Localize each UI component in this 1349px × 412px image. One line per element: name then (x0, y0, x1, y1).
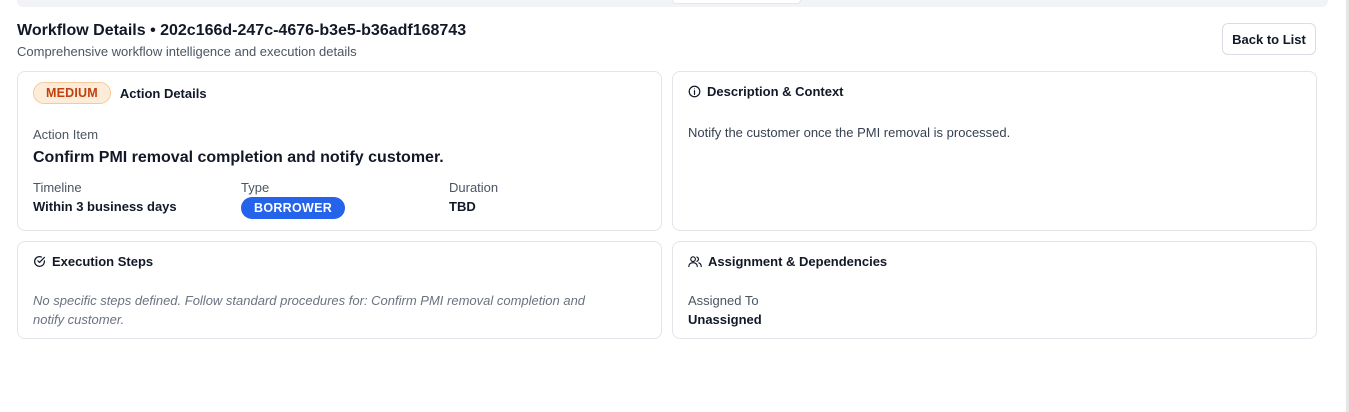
type-badge: BORROWER (241, 197, 346, 219)
assignment-header: Assignment & Dependencies (688, 254, 887, 269)
users-icon (688, 255, 702, 268)
priority-badge: MEDIUM (33, 82, 111, 104)
check-circle-icon (33, 255, 46, 268)
active-top-tab[interactable] (672, 0, 801, 4)
description-header: Description & Context (688, 84, 844, 99)
type-field: Type BORROWER (241, 180, 346, 219)
action-details-card: MEDIUM Action Details Action Item Confir… (17, 71, 662, 231)
type-label: Type (241, 180, 270, 195)
assigned-to-label: Assigned To (688, 293, 759, 308)
description-heading: Description & Context (707, 84, 844, 99)
assigned-to-value: Unassigned (688, 312, 762, 327)
timeline-field: Timeline Within 3 business days (33, 180, 177, 215)
duration-field: Duration TBD (449, 180, 498, 215)
assignment-card: Assignment & Dependencies Assigned To Un… (672, 241, 1317, 339)
assignment-heading: Assignment & Dependencies (708, 254, 888, 269)
timeline-label: Timeline (33, 180, 82, 195)
execution-text-line2: notify customer. (33, 312, 125, 327)
execution-steps-card: Execution Steps No specific steps define… (17, 241, 662, 339)
info-circle-icon (688, 85, 701, 98)
description-text: Notify the customer once the PMI removal… (688, 125, 1011, 140)
page-header: Workflow Details • 202c166d-247c-4676-b3… (17, 21, 466, 60)
action-details-heading: Action Details (119, 85, 207, 101)
action-item-value: Confirm PMI removal completion and notif… (33, 149, 444, 166)
back-to-list-button[interactable]: Back to List (1222, 23, 1316, 55)
execution-heading: Execution Steps (52, 254, 154, 269)
execution-steps-text: No specific steps defined. Follow standa… (33, 291, 643, 329)
page-title: Workflow Details • 202c166d-247c-4676-b3… (17, 22, 467, 39)
execution-text-line1: No specific steps defined. Follow standa… (33, 293, 586, 308)
duration-value: TBD (449, 199, 476, 214)
top-tab-strip (17, 0, 1328, 7)
description-card: Description & Context Notify the custome… (672, 71, 1317, 231)
execution-header: Execution Steps (33, 254, 153, 269)
timeline-value: Within 3 business days (33, 199, 177, 214)
action-item-label: Action Item (33, 127, 99, 142)
page-subtitle: Comprehensive workflow intelligence and … (17, 44, 357, 59)
action-details-header: MEDIUM Action Details (33, 82, 207, 104)
duration-label: Duration (449, 180, 499, 195)
